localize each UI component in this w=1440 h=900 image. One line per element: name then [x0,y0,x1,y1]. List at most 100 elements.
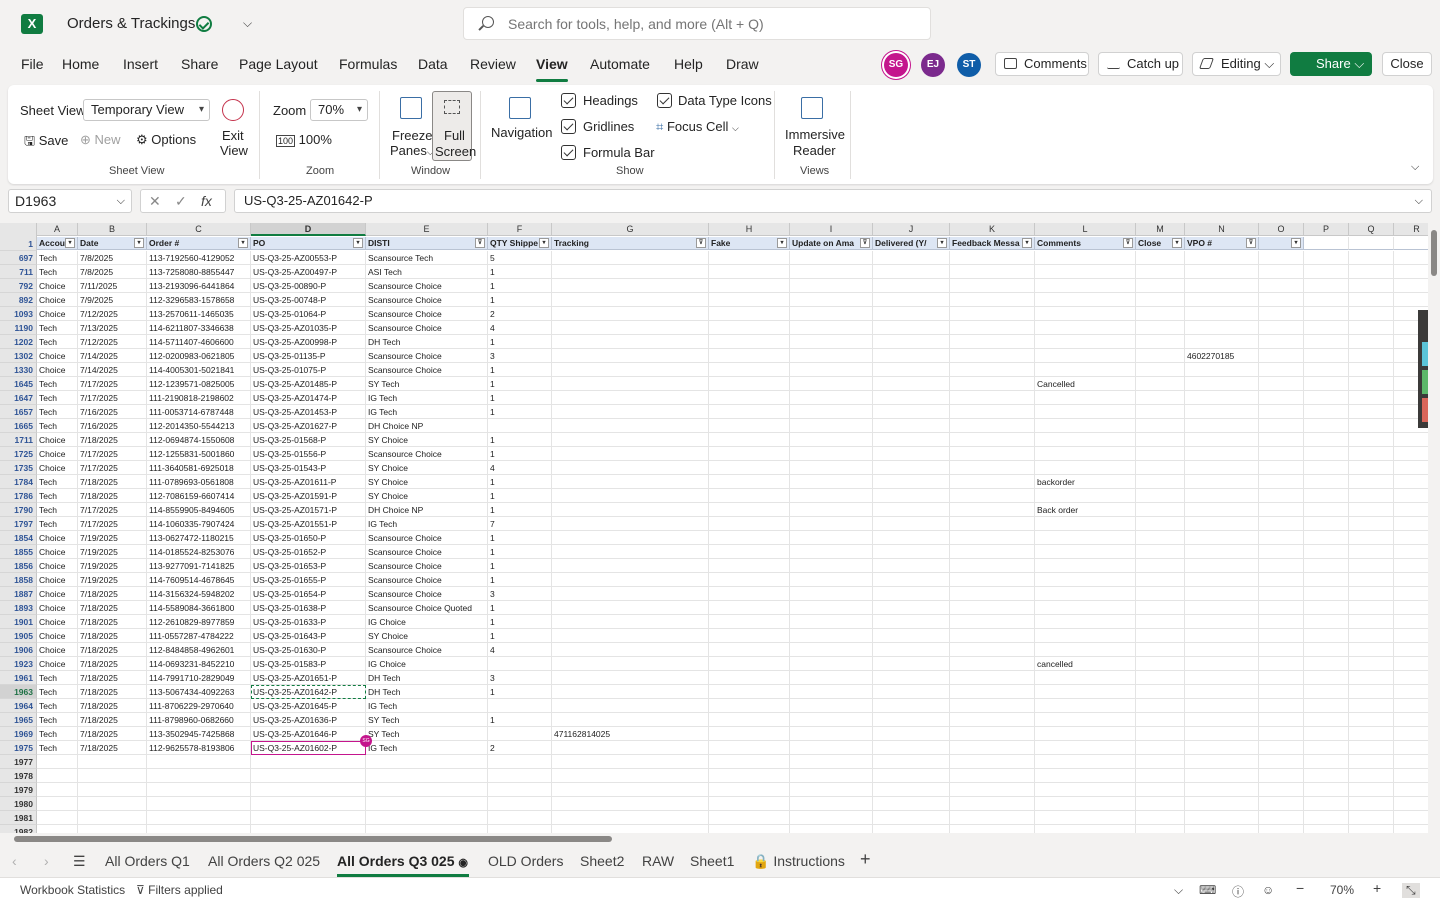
table-cell[interactable]: US-Q3-25-01583-P [251,657,366,671]
table-cell[interactable] [1304,531,1349,545]
table-cell[interactable] [1035,363,1136,377]
table-cell[interactable] [1259,671,1304,685]
table-cell[interactable]: US-Q3-25-AZ01485-P [251,377,366,391]
table-cell[interactable] [552,601,709,615]
save-view-button[interactable]: 🖫 Save [24,132,68,154]
table-cell[interactable] [873,601,950,615]
table-cell[interactable]: US-Q3-25-AZ00497-P [251,265,366,279]
table-cell[interactable] [1185,573,1259,587]
table-cell[interactable] [552,279,709,293]
table-cell[interactable] [552,405,709,419]
table-cell[interactable]: 1 [488,335,552,349]
row-header[interactable]: 1981 [0,811,37,825]
table-cell[interactable] [1394,447,1428,461]
table-cell[interactable] [1185,699,1259,713]
table-cell[interactable]: 1 [488,545,552,559]
table-cell[interactable] [1259,377,1304,391]
table-cell[interactable] [1035,447,1136,461]
table-cell[interactable] [1185,727,1259,741]
table-cell[interactable]: Choice [37,587,78,601]
table-cell[interactable] [950,741,1035,755]
row-header[interactable]: 1786 [0,489,37,503]
table-cell[interactable] [1136,447,1185,461]
table-cell[interactable] [950,461,1035,475]
table-cell[interactable] [1185,265,1259,279]
table-cell[interactable] [873,685,950,699]
table-cell[interactable] [1035,601,1136,615]
table-cell[interactable]: Tech [37,699,78,713]
table-cell[interactable] [1259,265,1304,279]
table-cell[interactable]: 113-3502945-7425868 [147,727,251,741]
table-cell[interactable]: Scansource Choice [366,545,488,559]
table-cell[interactable] [790,251,873,265]
close-button[interactable]: Close [1382,52,1432,76]
table-cell[interactable] [873,811,950,825]
table-cell[interactable] [873,363,950,377]
focus-cell-button[interactable]: ⌗ Focus Cell ⌵ [656,119,739,135]
menu-home[interactable]: Home [62,56,99,72]
table-cell[interactable] [790,433,873,447]
filter-dropdown-icon[interactable]: ⊽ [696,238,706,248]
table-cell[interactable] [1136,545,1185,559]
table-cell[interactable] [1035,307,1136,321]
row-header[interactable]: 1302 [0,349,37,363]
table-cell[interactable]: 112-8484858-4962601 [147,643,251,657]
table-cell[interactable]: 7/18/2025 [78,671,147,685]
table-cell[interactable] [950,797,1035,811]
table-cell[interactable]: US-Q3-25-01643-P [251,629,366,643]
saved-status-icon[interactable] [196,16,212,32]
table-cell[interactable] [950,489,1035,503]
table-cell[interactable] [1394,265,1428,279]
table-cell[interactable] [1394,699,1428,713]
table-cell[interactable] [950,615,1035,629]
table-cell[interactable] [1259,559,1304,573]
table-cell[interactable] [1185,475,1259,489]
table-cell[interactable] [552,391,709,405]
table-cell[interactable]: US-Q3-25-AZ01651-P [251,671,366,685]
table-cell[interactable] [873,657,950,671]
table-cell[interactable]: US-Q3-25-00748-P [251,293,366,307]
table-cell[interactable] [366,783,488,797]
table-cell[interactable] [709,279,790,293]
table-cell[interactable] [950,391,1035,405]
table-cell[interactable]: US-Q3-25-AZ00998-P [251,335,366,349]
table-cell[interactable] [790,377,873,391]
table-cell[interactable] [1136,727,1185,741]
column-header-m[interactable]: M [1136,223,1185,236]
table-cell[interactable] [1304,349,1349,363]
table-cell[interactable] [873,755,950,769]
table-cell[interactable] [950,545,1035,559]
table-cell[interactable]: 7/18/2025 [78,615,147,629]
table-cell[interactable] [873,825,950,833]
table-cell[interactable] [251,825,366,833]
table-cell[interactable] [873,251,950,265]
table-cell[interactable] [1394,741,1428,755]
table-cell[interactable]: Tech [37,377,78,391]
table-cell[interactable]: 112-3296583-1578658 [147,293,251,307]
table-cell[interactable] [709,377,790,391]
table-cell[interactable] [1035,797,1136,811]
table-cell[interactable] [1304,293,1349,307]
horizontal-scroll-thumb[interactable] [14,836,612,842]
table-cell[interactable] [552,797,709,811]
table-cell[interactable]: 112-7086159-6607414 [147,489,251,503]
table-cell[interactable] [488,769,552,783]
table-cell[interactable] [552,699,709,713]
editing-mode-button[interactable]: Editing ⌵ [1192,52,1281,76]
table-cell[interactable]: US-Q3-25-AZ01571-P [251,503,366,517]
table-cell[interactable]: Tech [37,475,78,489]
table-cell[interactable] [790,321,873,335]
catch-up-button[interactable]: Catch up [1098,52,1183,76]
table-cell[interactable] [1349,797,1394,811]
table-cell[interactable] [1185,797,1259,811]
table-cell[interactable]: Choice [37,629,78,643]
table-cell[interactable] [552,517,709,531]
table-cell[interactable]: 112-2014350-5544213 [147,419,251,433]
row-header[interactable]: 1982 [0,825,37,833]
table-cell[interactable]: US-Q3-25-01568-P [251,433,366,447]
table-cell[interactable] [1259,251,1304,265]
table-cell[interactable]: 7/18/2025 [78,601,147,615]
table-cell[interactable]: 4 [488,321,552,335]
table-cell[interactable]: Scansource Choice [366,363,488,377]
table-cell[interactable] [552,363,709,377]
